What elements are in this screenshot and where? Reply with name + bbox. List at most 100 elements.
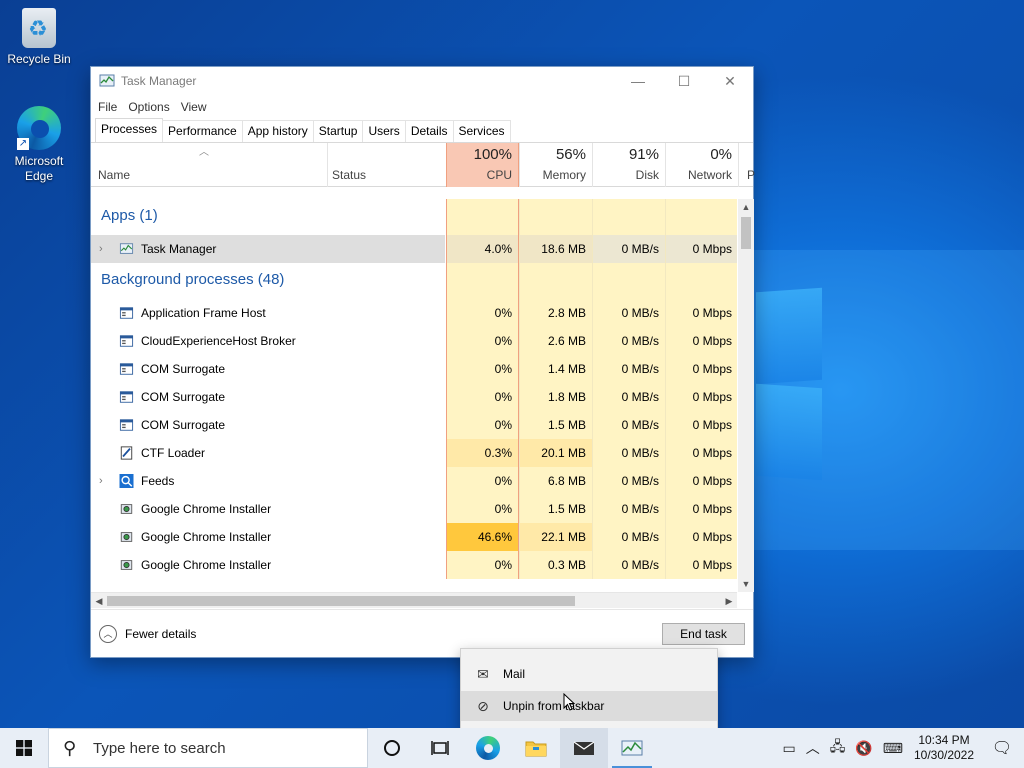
process-row[interactable]: Google Chrome Installer 0% 1.5 MB 0 MB/s 0 M… xyxy=(91,495,737,523)
process-row[interactable]: CTF Loader 0.3% 20.1 MB 0 MB/s 0 Mbps xyxy=(91,439,737,467)
chevron-up-circle-icon: ︿ xyxy=(99,625,117,643)
process-name: COM Surrogate xyxy=(141,362,226,376)
start-button[interactable] xyxy=(0,728,48,768)
minimize-button[interactable]: — xyxy=(615,67,661,95)
title-bar[interactable]: Task Manager — ☐ ✕ xyxy=(91,67,753,95)
taskbar-search-box[interactable]: ⚲ Type here to search xyxy=(48,728,368,768)
scroll-down-arrow-icon[interactable]: ▼ xyxy=(738,576,754,592)
column-header-status[interactable]: Status xyxy=(327,143,446,187)
process-name: Google Chrome Installer xyxy=(141,558,272,572)
notifications-icon[interactable]: 🗨 xyxy=(980,738,1024,758)
task-manager-icon xyxy=(621,740,643,756)
process-row[interactable]: › Task Manager 4.0% 18.6 MB 0 MB/s 0 Mbps xyxy=(91,235,737,263)
task-view-icon xyxy=(431,741,449,755)
group-cell-bg xyxy=(592,199,665,235)
desktop-icon-label: Recycle Bin xyxy=(7,52,71,66)
process-row[interactable]: Application Frame Host 0% 2.8 MB 0 MB/s 0 Mb… xyxy=(91,299,737,327)
horizontal-scroll-thumb[interactable] xyxy=(107,596,575,606)
process-cpu-value: 0% xyxy=(446,551,519,579)
column-header-memory[interactable]: 56% Memory xyxy=(519,143,592,187)
process-disk-value: 0 MB/s xyxy=(592,467,665,495)
process-disk-value: 0 MB/s xyxy=(592,439,665,467)
scroll-up-arrow-icon[interactable]: ▲ xyxy=(738,199,754,215)
desktop-icon-recycle-bin[interactable]: Recycle Bin xyxy=(1,8,77,66)
group-cell-bg xyxy=(446,199,519,235)
process-row[interactable]: COM Surrogate 0% 1.4 MB 0 MB/s 0 Mbps xyxy=(91,355,737,383)
process-network-value: 0 Mbps xyxy=(665,551,737,579)
scroll-left-arrow-icon[interactable]: ◀ xyxy=(91,593,107,609)
end-task-button[interactable]: End task xyxy=(662,623,745,645)
fewer-details-button[interactable]: ︿ Fewer details xyxy=(99,625,196,643)
tab-details[interactable]: Details xyxy=(404,120,454,142)
memory-label: Memory xyxy=(542,168,586,182)
show-hidden-icons-chevron-icon[interactable]: ︿ xyxy=(801,738,825,758)
clock[interactable]: 10:34 PM 10/30/2022 xyxy=(908,733,980,763)
process-row[interactable]: COM Surrogate 0% 1.8 MB 0 MB/s 0 Mbps xyxy=(91,383,737,411)
process-network-value: 0 Mbps xyxy=(665,439,737,467)
column-header-power[interactable]: P xyxy=(738,143,756,187)
shortcut-arrow-icon: ↗ xyxy=(17,138,29,150)
process-network-value: 0 Mbps xyxy=(665,523,737,551)
network-icon[interactable]: 🖧 xyxy=(825,736,851,760)
process-cpu-value: 0% xyxy=(446,299,519,327)
network-label: Network xyxy=(687,168,732,182)
process-name: COM Surrogate xyxy=(141,418,226,432)
mail-icon xyxy=(573,741,595,755)
tab-app-history[interactable]: App history xyxy=(241,120,314,142)
tab-performance[interactable]: Performance xyxy=(162,120,243,142)
process-row[interactable]: › Feeds 0% 6.8 MB 0 MB/s 0 Mbps xyxy=(91,467,737,495)
process-network-value: 0 Mbps xyxy=(665,299,737,327)
wallpaper-logo-pane xyxy=(756,383,822,481)
vertical-scroll-thumb[interactable] xyxy=(741,217,751,249)
app-window-icon xyxy=(119,362,134,376)
keyboard-layout-icon[interactable]: ▭ xyxy=(777,740,800,757)
vertical-scrollbar[interactable]: ▲ ▼ xyxy=(738,199,754,592)
touch-keyboard-icon[interactable]: ⌨ xyxy=(878,740,908,757)
expand-chevron-icon[interactable]: › xyxy=(99,235,103,263)
menu-options[interactable]: Options xyxy=(127,100,177,114)
process-disk-value: 0 MB/s xyxy=(592,495,665,523)
edge-icon: ↗ xyxy=(17,106,61,150)
expand-chevron-icon[interactable]: › xyxy=(99,467,103,495)
menu-view[interactable]: View xyxy=(180,100,215,114)
column-header-network[interactable]: 0% Network xyxy=(665,143,738,187)
process-memory-value: 1.5 MB xyxy=(519,495,592,523)
process-network-value: 0 Mbps xyxy=(665,383,737,411)
menu-file[interactable]: File xyxy=(97,100,125,114)
tab-startup[interactable]: Startup xyxy=(312,120,364,142)
close-button[interactable]: ✕ xyxy=(707,67,753,95)
process-memory-value: 18.6 MB xyxy=(519,235,592,263)
column-header-disk[interactable]: 91% Disk xyxy=(592,143,665,187)
jump-list-item-unpin[interactable]: ⊘ Unpin from taskbar xyxy=(461,691,717,721)
jump-list-item-label: Unpin from taskbar xyxy=(503,699,605,713)
group-header-row[interactable]: Apps (1) xyxy=(91,199,737,235)
cortana-button[interactable] xyxy=(368,728,416,768)
tab-processes[interactable]: Processes xyxy=(95,118,164,142)
group-cell-bg xyxy=(519,199,592,235)
scroll-right-arrow-icon[interactable]: ▶ xyxy=(721,593,737,609)
app-window-icon xyxy=(119,306,134,320)
column-header-name[interactable]: Name xyxy=(98,168,130,182)
group-header-row[interactable]: Background processes (48) xyxy=(91,263,737,299)
horizontal-scrollbar[interactable]: ◀ ▶ xyxy=(91,592,737,608)
desktop-icon-edge[interactable]: ↗ Microsoft Edge xyxy=(1,106,77,184)
maximize-button[interactable]: ☐ xyxy=(661,67,707,95)
process-row[interactable]: Google Chrome Installer 46.6% 22.1 MB 0 MB/… xyxy=(91,523,737,551)
process-row[interactable]: Google Chrome Installer 0% 0.3 MB 0 MB/s 0 M… xyxy=(91,551,737,579)
process-name: Feeds xyxy=(141,474,175,488)
process-row[interactable]: COM Surrogate 0% 1.5 MB 0 MB/s 0 Mbps xyxy=(91,411,737,439)
process-row[interactable]: CloudExperienceHost Broker 0% 2.6 MB 0 MB/s… xyxy=(91,327,737,355)
taskbar-mail[interactable] xyxy=(560,728,608,768)
clock-time: 10:34 PM xyxy=(918,733,970,747)
tab-services[interactable]: Services xyxy=(452,120,511,142)
taskbar-edge[interactable] xyxy=(464,728,512,768)
taskbar-file-explorer[interactable] xyxy=(512,728,560,768)
column-header-cpu[interactable]: 100% CPU xyxy=(446,143,519,187)
power-label-partial: P xyxy=(747,168,756,182)
tab-users[interactable]: Users xyxy=(362,120,406,142)
cpu-total-pct: 100% xyxy=(473,146,512,163)
volume-muted-icon[interactable]: 🔇 xyxy=(850,740,877,757)
task-view-button[interactable] xyxy=(416,728,464,768)
jump-list-item-mail[interactable]: ✉ Mail xyxy=(461,659,717,689)
taskbar-task-manager[interactable] xyxy=(608,728,656,768)
